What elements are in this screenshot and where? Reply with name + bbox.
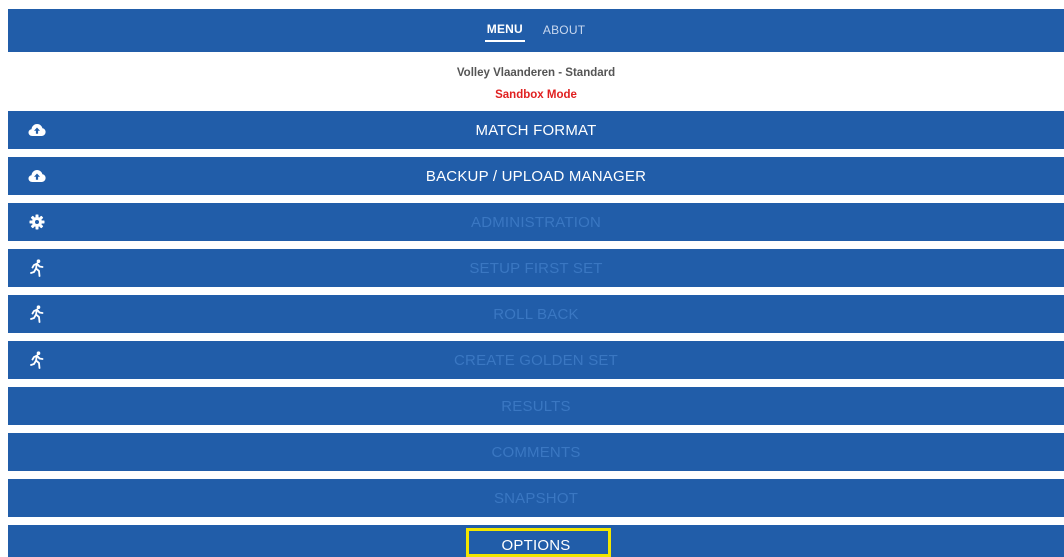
menu-item-backup-upload-manager[interactable]: BACKUP / UPLOAD MANAGER: [8, 157, 1064, 195]
menu-item-match-format[interactable]: MATCH FORMAT: [8, 111, 1064, 149]
menu-item-results[interactable]: RESULTS: [8, 387, 1064, 425]
left-margin: [0, 0, 8, 557]
menu-item-label: SNAPSHOT: [493, 489, 579, 507]
cloud-upload-icon: [27, 166, 47, 186]
sandbox-mode-label: Sandbox Mode: [495, 89, 577, 101]
league-name: Volley Vlaanderen - Standard: [456, 67, 616, 79]
tab-about[interactable]: ABOUT: [541, 21, 587, 41]
top-tab-bar: MENU ABOUT: [8, 9, 1064, 52]
menu-item-label: MATCH FORMAT: [475, 121, 597, 139]
menu-item-label: SETUP FIRST SET: [469, 259, 603, 277]
menu-item-roll-back[interactable]: ROLL BACK: [8, 295, 1064, 333]
running-person-icon: [27, 258, 47, 278]
menu-item-label: CREATE GOLDEN SET: [454, 351, 618, 369]
running-person-icon: [27, 350, 47, 370]
menu-item-administration[interactable]: ADMINISTRATION: [8, 203, 1064, 241]
menu-item-setup-first-set[interactable]: SETUP FIRST SET: [8, 249, 1064, 287]
match-info-header: Volley Vlaanderen - Standard Sandbox Mod…: [8, 52, 1064, 108]
menu-item-label: OPTIONS: [501, 536, 571, 554]
menu-item-create-golden-set[interactable]: CREATE GOLDEN SET: [8, 341, 1064, 379]
gear-icon: [27, 212, 47, 232]
tab-menu[interactable]: MENU: [484, 20, 525, 42]
menu-item-label: BACKUP / UPLOAD MANAGER: [425, 167, 647, 185]
cloud-upload-icon: [27, 120, 47, 140]
menu-item-label: ROLL BACK: [493, 305, 579, 323]
menu-item-comments[interactable]: COMMENTS: [8, 433, 1064, 471]
menu-item-snapshot[interactable]: SNAPSHOT: [8, 479, 1064, 517]
menu-item-label: ADMINISTRATION: [470, 213, 602, 231]
menu-item-label: COMMENTS: [491, 443, 581, 461]
running-person-icon: [27, 304, 47, 324]
menu-item-label: RESULTS: [501, 397, 571, 415]
menu-item-options[interactable]: OPTIONS: [8, 525, 1064, 557]
